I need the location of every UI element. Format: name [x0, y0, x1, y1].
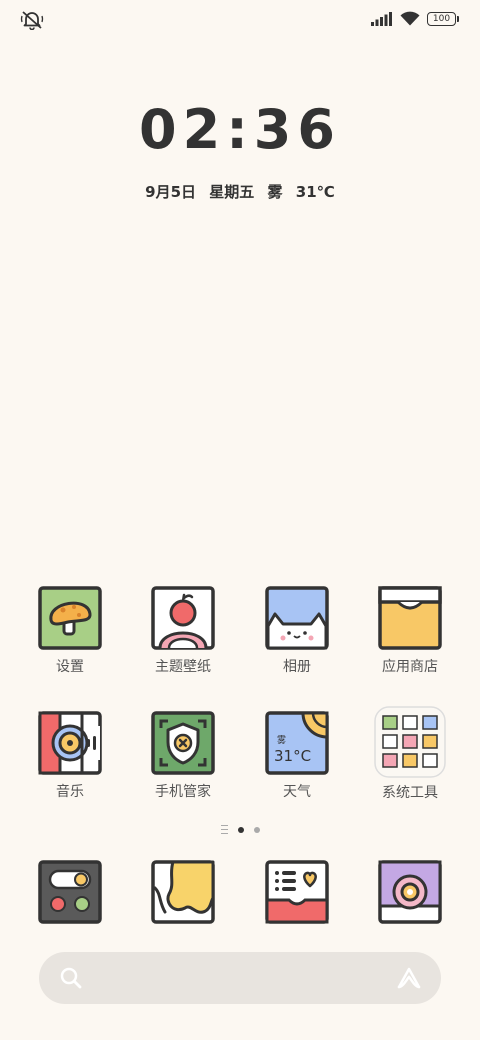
app-label: 系统工具 [382, 785, 438, 801]
dock-phone[interactable] [15, 860, 125, 924]
weekday-text: 星期五 [209, 183, 255, 201]
app-label: 相册 [283, 659, 311, 675]
phone-icon [38, 860, 102, 924]
page-dot [253, 826, 260, 833]
app-label: 天气 [283, 784, 311, 800]
folder-icon [374, 706, 446, 778]
dock-messages[interactable] [242, 860, 352, 924]
voice-assistant-icon[interactable] [395, 965, 423, 991]
app-security[interactable]: 手机管家 [128, 711, 238, 801]
wifi-icon [400, 11, 420, 26]
app-weather[interactable]: 雾 31°C 天气 [242, 711, 352, 801]
dock-camera[interactable] [355, 860, 465, 924]
date-weather-line[interactable]: 9月5日 星期五 雾 31℃ [0, 181, 480, 202]
dock-browser[interactable] [128, 860, 238, 924]
weather-temp-text: 31°C [274, 747, 311, 765]
notifications-muted-icon [20, 11, 44, 30]
mushroom-icon [38, 586, 102, 650]
clock-time[interactable]: 02:36 [0, 98, 480, 161]
page-indicator[interactable] [0, 825, 480, 834]
box-icon [378, 586, 442, 650]
messages-icon [265, 860, 329, 924]
browser-icon [151, 860, 215, 924]
app-label: 设置 [56, 659, 84, 675]
app-label: 主题壁纸 [155, 659, 211, 675]
app-settings[interactable]: 设置 [15, 586, 125, 676]
app-store[interactable]: 应用商店 [355, 586, 465, 676]
app-gallery[interactable]: 相册 [242, 586, 352, 676]
status-bar: 100 [0, 0, 480, 40]
signal-icon [371, 11, 392, 26]
app-system-tools[interactable]: 系统工具 [355, 706, 465, 802]
search-bar[interactable] [39, 952, 441, 1004]
app-themes[interactable]: 主题壁纸 [128, 586, 238, 676]
apple-icon [151, 586, 215, 650]
music-disc-icon [38, 711, 102, 775]
weather-icon: 雾 31°C [265, 711, 329, 775]
search-icon [60, 967, 82, 989]
battery-icon: 100 [427, 11, 459, 26]
cat-icon [265, 586, 329, 650]
app-label: 应用商店 [382, 659, 438, 675]
weather-condition-text: 雾 [277, 735, 286, 746]
shield-icon [151, 711, 215, 775]
menu-lines-icon [220, 825, 228, 834]
camera-icon [378, 860, 442, 924]
page-dot-active [237, 826, 244, 833]
weather-text: 雾 [267, 183, 283, 201]
app-music[interactable]: 音乐 [15, 711, 125, 801]
temperature-text: 31℃ [295, 183, 335, 201]
date-text: 9月5日 [145, 183, 197, 201]
app-label: 音乐 [56, 784, 84, 800]
app-label: 手机管家 [155, 784, 211, 800]
